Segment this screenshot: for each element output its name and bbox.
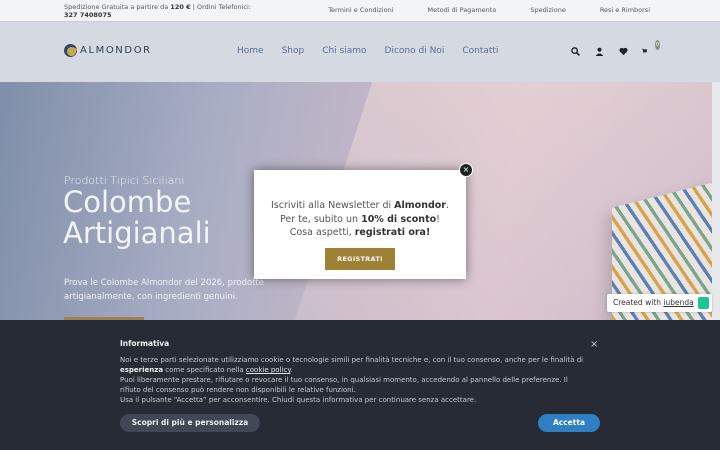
cookie-p1-text: Noi e terze parti selezionate utilizziam… bbox=[120, 356, 584, 364]
phone-label: | Ordini Telefonici: bbox=[190, 3, 252, 11]
close-icon[interactable]: × bbox=[459, 163, 473, 177]
newsletter-discount: 10% di sconto bbox=[361, 213, 437, 225]
phone-number: 327 7408075 bbox=[64, 11, 112, 19]
cookie-p1-end: . bbox=[290, 366, 293, 374]
newsletter-line-2: Per te, subito un 10% di sconto! bbox=[254, 213, 466, 227]
newsletter-line-2-text: Per te, subito un bbox=[280, 213, 362, 225]
newsletter-brand: Almondor bbox=[394, 200, 446, 211]
cookie-paragraph-1: Noi e terze parti selezionate utilizziam… bbox=[120, 355, 590, 375]
iubenda-link[interactable]: iubenda bbox=[663, 298, 693, 307]
logo-text: ALMONDOR bbox=[80, 45, 152, 56]
link-terms[interactable]: Termini e Condizioni bbox=[328, 6, 393, 14]
newsletter-line-3: Cosa aspetti, registrati ora! bbox=[254, 226, 466, 240]
cart-icon[interactable]: 0 bbox=[642, 40, 660, 56]
site-header: ALMONDOR Home Shop Chi siamo Dicono di N… bbox=[0, 21, 720, 82]
iubenda-logo-icon bbox=[698, 297, 709, 309]
iubenda-prefix: Created with bbox=[613, 298, 664, 307]
cookie-text: Noi e terze parti selezionate utilizziam… bbox=[120, 355, 590, 405]
user-icon[interactable] bbox=[594, 46, 604, 56]
cookie-p1-purpose: esperienza bbox=[120, 366, 164, 374]
cookie-policy-link[interactable]: cookie policy bbox=[246, 366, 291, 374]
newsletter-line-1-text: Iscriviti alla Newsletter di bbox=[270, 200, 395, 211]
nav-shop[interactable]: Shop bbox=[282, 46, 305, 56]
link-shipping[interactable]: Spedizione bbox=[496, 6, 566, 14]
newsletter-message: Iscriviti alla Newsletter di Almondor. P… bbox=[254, 199, 466, 240]
hero-description: Prova le Colombe Almondor del 2026, prod… bbox=[64, 278, 264, 302]
nav-dicono-di-noi[interactable]: Dicono di Noi bbox=[385, 46, 445, 56]
newsletter-line-2-end: ! bbox=[436, 213, 440, 225]
heart-icon[interactable] bbox=[618, 46, 628, 56]
cookie-p1-text-2: come specificato nella bbox=[163, 366, 246, 374]
logo-mark-icon bbox=[64, 44, 77, 57]
shipping-info: Spedizione Gratuita a partire da 120 € |… bbox=[64, 3, 264, 19]
shipping-amount: 120 € bbox=[170, 3, 191, 11]
newsletter-line-1: Iscriviti alla Newsletter di Almondor. bbox=[254, 199, 466, 213]
cart-count-badge: 0 bbox=[655, 40, 660, 50]
nav-home[interactable]: Home bbox=[237, 46, 264, 56]
cookie-banner: Informativa × Noi e terze parti selezion… bbox=[0, 320, 720, 450]
newsletter-cta-text: registrati ora! bbox=[354, 227, 431, 238]
nav-chi-siamo[interactable]: Chi siamo bbox=[322, 46, 366, 56]
main-nav: Home Shop Chi siamo Dicono di Noi Contat… bbox=[237, 46, 516, 56]
page-scrollbar[interactable] bbox=[712, 82, 720, 320]
shipping-text: Spedizione Gratuita a partire da bbox=[64, 3, 171, 11]
top-bar: Spedizione Gratuita a partire da 120 € |… bbox=[0, 0, 720, 21]
search-icon[interactable] bbox=[570, 46, 580, 56]
top-links: Termini e Condizioni Metodi di Pagamento… bbox=[328, 6, 650, 14]
newsletter-modal: × Iscriviti alla Newsletter di Almondor.… bbox=[254, 163, 473, 279]
cookie-paragraph-2: Puoi liberamente prestare, rifiutare o r… bbox=[120, 376, 568, 394]
link-returns[interactable]: Resi e Rimborsi bbox=[566, 6, 650, 14]
register-button[interactable]: REGISTRATI bbox=[325, 247, 395, 270]
newsletter-line-1-end: . bbox=[445, 200, 449, 211]
logo[interactable]: ALMONDOR bbox=[64, 44, 152, 57]
cookie-paragraph-3: Usa il pulsante “Accetta” per acconsenti… bbox=[120, 396, 477, 404]
nav-contatti[interactable]: Contatti bbox=[462, 46, 498, 56]
header-icons: 0 bbox=[570, 40, 660, 56]
cookie-close-icon[interactable]: × bbox=[590, 339, 598, 350]
accept-button[interactable]: Accetta bbox=[538, 414, 600, 432]
iubenda-badge[interactable]: Created with iubenda bbox=[607, 294, 712, 312]
customize-button[interactable]: Scopri di più e personalizza bbox=[120, 414, 260, 432]
link-payment-methods[interactable]: Metodi di Pagamento bbox=[394, 6, 497, 14]
cookie-title: Informativa bbox=[120, 339, 170, 348]
newsletter-line-3-text: Cosa aspetti, bbox=[289, 227, 355, 238]
